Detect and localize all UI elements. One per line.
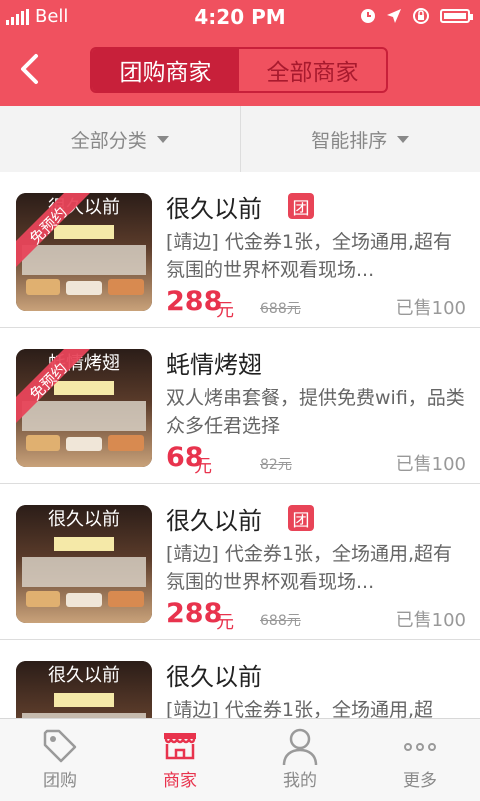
- person-icon: [281, 727, 319, 767]
- tab-mine[interactable]: 我的: [240, 719, 360, 801]
- sold-count: 已售100: [396, 450, 466, 476]
- merchant-name: 很久以前: [166, 189, 262, 224]
- merchant-info: 很久以前 [靖边] 代金券1张，全场通用,超: [166, 654, 466, 718]
- group-buy-badge: 团: [288, 505, 314, 531]
- category-filter-label: 全部分类: [71, 126, 147, 153]
- tab-group-buy[interactable]: 团购: [0, 719, 120, 801]
- back-arrow-icon[interactable]: [14, 52, 48, 86]
- price-unit: 元: [216, 296, 234, 322]
- group-buy-badge: 团: [288, 193, 314, 219]
- merchant-thumbnail: 很久以前: [16, 661, 152, 718]
- tag-icon: [41, 727, 79, 765]
- no-reservation-ribbon: 免预约: [16, 193, 152, 311]
- merchant-info: 蚝情烤翅 双人烤串套餐，提供免费wifi，品类众多任君选择 68 元 82元 已…: [166, 342, 466, 480]
- deal-description: [靖边] 代金券1张，全场通用,超有氛围的世界杯观看现场...: [166, 540, 466, 596]
- merchant-list-item[interactable]: 很久以前 很久以前 [靖边] 代金券1张，全场通用,超: [0, 640, 480, 718]
- merchant-thumbnail: 很久以前: [16, 505, 152, 623]
- storefront-icon: [160, 727, 200, 765]
- chevron-down-icon: [397, 136, 409, 143]
- merchant-list-item[interactable]: 很久以前 免预约 很久以前 团 [靖边] 代金券1张，全场通用,超有氛围的世界杯…: [0, 172, 480, 328]
- status-bar: Bell 4:20 PM: [0, 0, 480, 34]
- tab-label: 商家: [163, 766, 197, 791]
- merchant-thumbnail: 蚝情烤翅 免预约: [16, 349, 152, 467]
- location-arrow-icon: [386, 8, 402, 24]
- thumbnail-caption: 很久以前: [48, 665, 120, 686]
- merchant-list-item[interactable]: 很久以前 很久以前 团 [靖边] 代金券1张，全场通用,超有氛围的世界杯观看现场…: [0, 484, 480, 640]
- merchant-name: 蚝情烤翅: [166, 345, 262, 380]
- tab-label: 团购: [43, 766, 77, 791]
- food-photo: 很久以前: [16, 505, 152, 623]
- food-photo: 很久以前: [16, 661, 152, 718]
- merchant-info: 很久以前 团 [靖边] 代金券1张，全场通用,超有氛围的世界杯观看现场... 2…: [166, 186, 466, 324]
- battery-icon: [440, 9, 470, 23]
- original-price: 688元: [260, 610, 301, 630]
- deal-description: 双人烤串套餐，提供免费wifi，品类众多任君选择: [166, 384, 466, 440]
- merchant-list-item[interactable]: 蚝情烤翅 免预约 蚝情烤翅 双人烤串套餐，提供免费wifi，品类众多任君选择 6…: [0, 328, 480, 484]
- chevron-down-icon: [157, 136, 169, 143]
- price-row: 288 元 688元 已售100: [166, 596, 466, 636]
- no-reservation-ribbon: 免预约: [16, 349, 152, 467]
- tab-label: 我的: [283, 766, 317, 791]
- clock-icon: [360, 8, 376, 24]
- current-price: 288: [166, 286, 222, 317]
- filter-bar: 全部分类 智能排序: [0, 106, 480, 173]
- merchant-list: 很久以前 免预约 很久以前 团 [靖边] 代金券1张，全场通用,超有氛围的世界杯…: [0, 172, 480, 718]
- status-right: [360, 7, 470, 25]
- sold-count: 已售100: [396, 606, 466, 632]
- tab-merchants[interactable]: 商家: [120, 719, 240, 801]
- category-filter-dropdown[interactable]: 全部分类: [0, 106, 240, 172]
- segment-group-buy-merchants[interactable]: 团购商家: [92, 49, 239, 91]
- rotation-lock-icon: [412, 7, 430, 25]
- merchant-name: 很久以前: [166, 657, 262, 692]
- price-row: 68 元 82元 已售100: [166, 440, 466, 480]
- thumbnail-caption: 很久以前: [48, 509, 120, 530]
- deal-description: [靖边] 代金券1张，全场通用,超有氛围的世界杯观看现场...: [166, 228, 466, 284]
- original-price: 82元: [260, 454, 292, 474]
- tab-label: 更多: [403, 766, 437, 791]
- nav-bar: 团购商家 全部商家: [0, 34, 480, 106]
- price-unit: 元: [216, 608, 234, 634]
- segment-all-merchants[interactable]: 全部商家: [239, 49, 386, 91]
- merchant-type-segmented-control: 团购商家 全部商家: [90, 47, 388, 93]
- price-row: 288 元 688元 已售100: [166, 284, 466, 324]
- merchant-name: 很久以前: [166, 501, 262, 536]
- merchant-thumbnail: 很久以前 免预约: [16, 193, 152, 311]
- tab-bar: 团购 商家 我的 更多: [0, 718, 480, 801]
- sort-filter-dropdown[interactable]: 智能排序: [240, 106, 480, 172]
- more-dots-icon: [400, 727, 440, 765]
- merchant-info: 很久以前 团 [靖边] 代金券1张，全场通用,超有氛围的世界杯观看现场... 2…: [166, 498, 466, 636]
- sort-filter-label: 智能排序: [311, 126, 387, 153]
- price-unit: 元: [194, 452, 212, 478]
- sold-count: 已售100: [396, 294, 466, 320]
- current-price: 288: [166, 598, 222, 629]
- tab-more[interactable]: 更多: [360, 719, 480, 801]
- deal-description: [靖边] 代金券1张，全场通用,超: [166, 696, 466, 718]
- original-price: 688元: [260, 298, 301, 318]
